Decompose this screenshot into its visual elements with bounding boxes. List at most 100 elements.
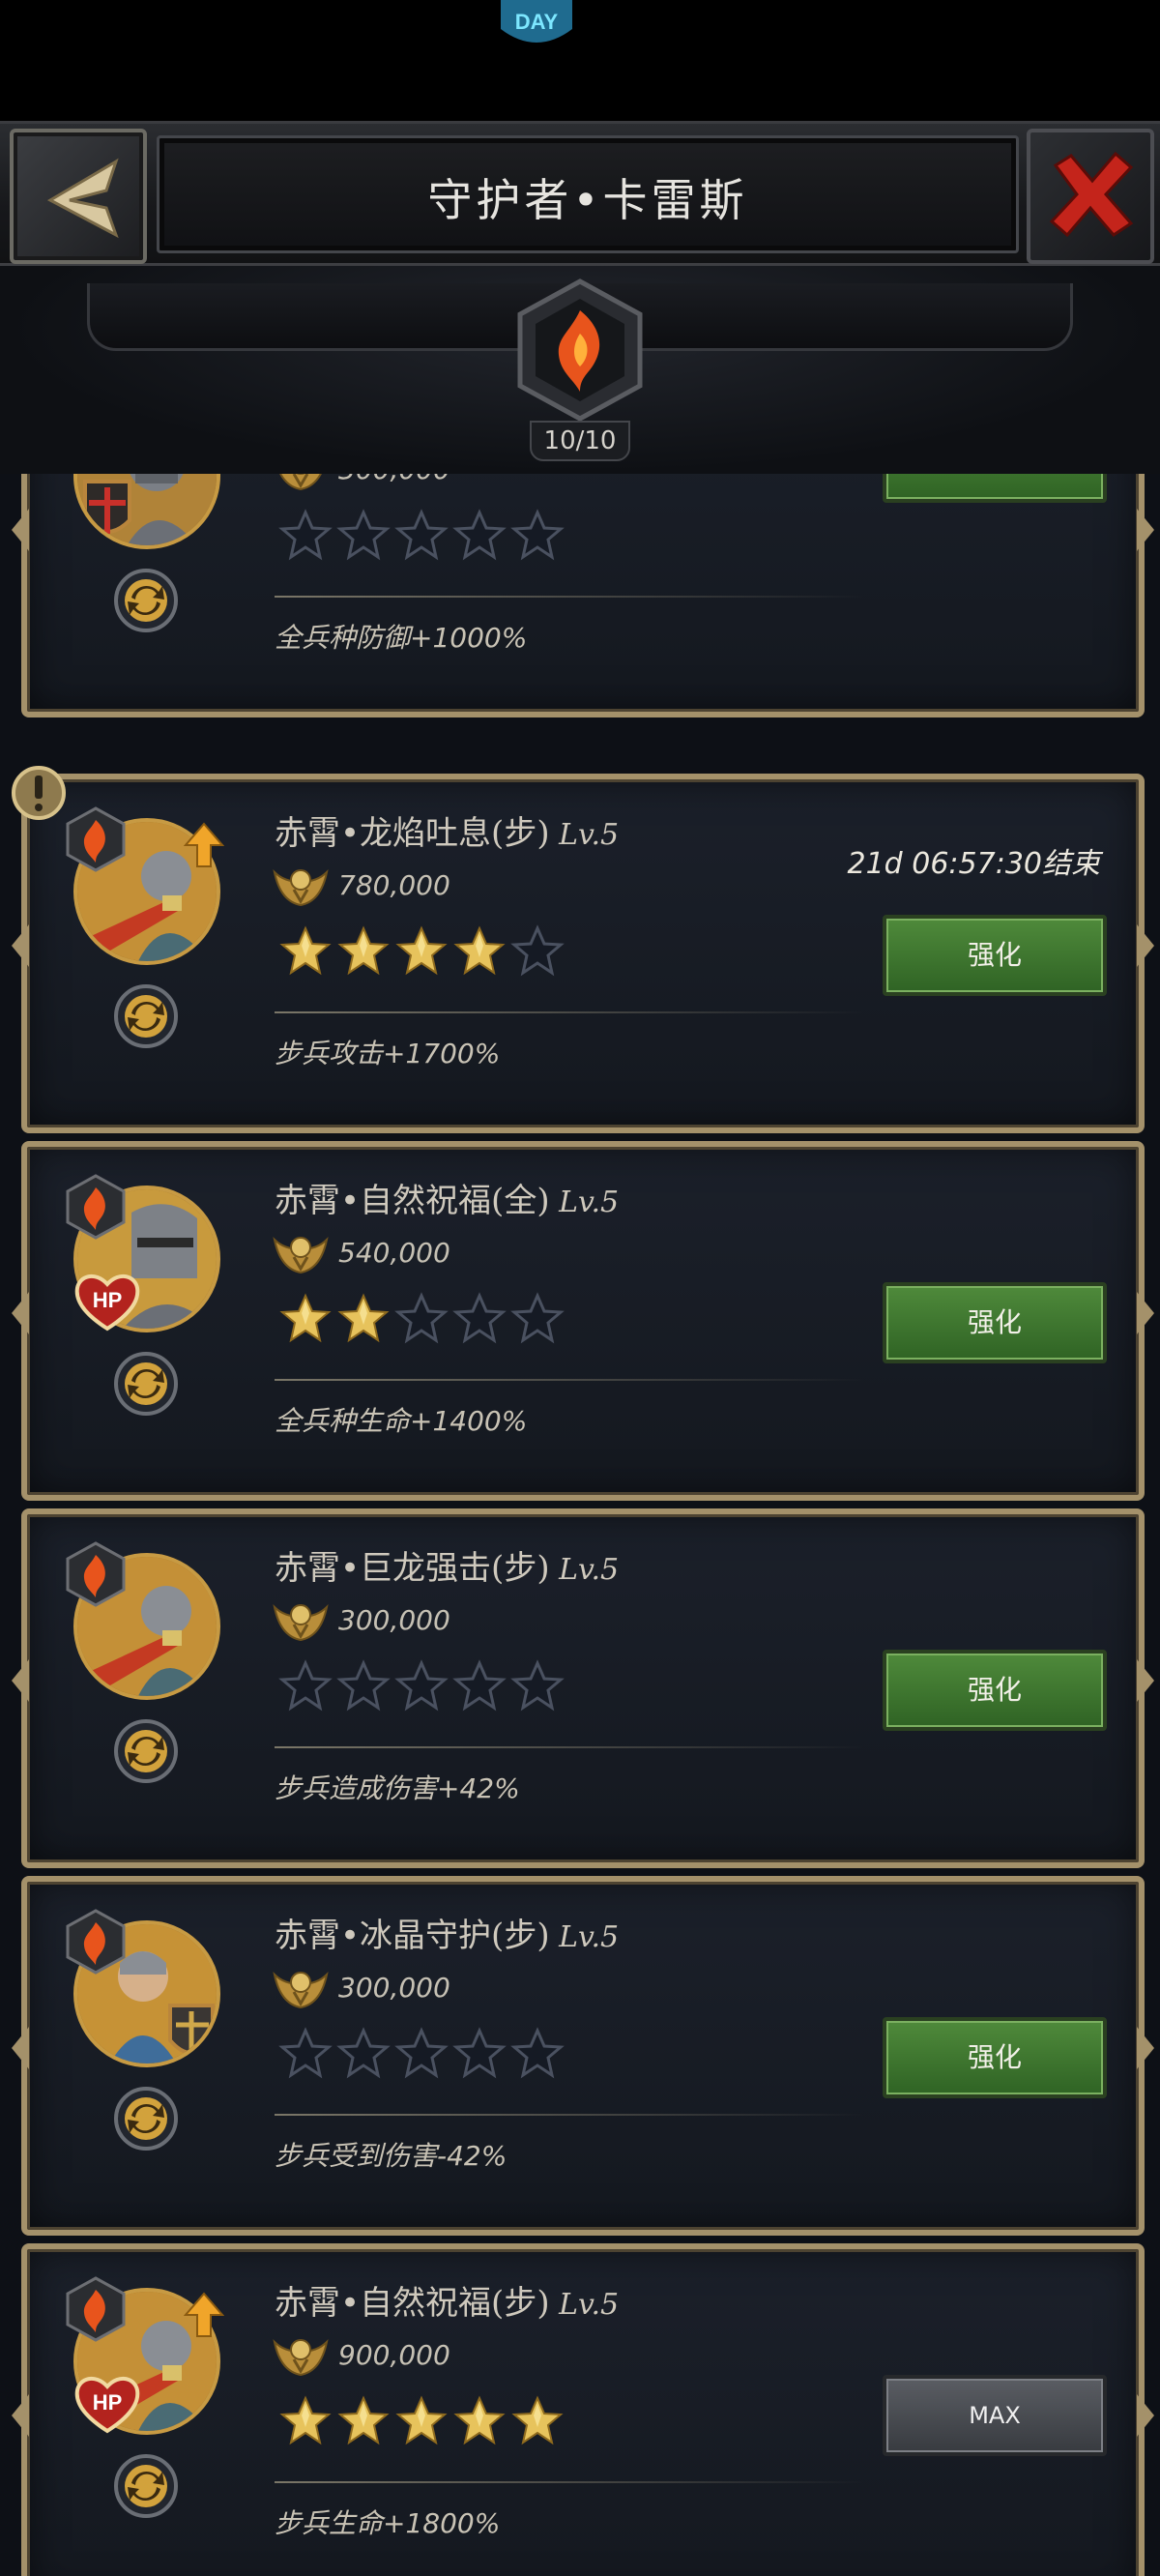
cost-row: 900,000 <box>271 2330 450 2379</box>
star-empty-icon <box>510 1292 565 1344</box>
star-empty-icon <box>510 1659 565 1712</box>
cost-value: 300,000 <box>338 1971 450 2004</box>
star-empty-icon <box>278 1659 333 1712</box>
star-rating <box>278 509 565 563</box>
star-rating <box>278 924 565 979</box>
bonus-text: 全兵种生命+1400% <box>275 1405 528 1437</box>
close-button[interactable] <box>1027 129 1154 264</box>
cost-row: 300,000 <box>271 474 450 493</box>
star-empty-icon <box>510 924 565 977</box>
card-divider <box>275 1746 864 1748</box>
star-filled-icon <box>453 2395 506 2445</box>
card-pin-right <box>1137 1659 1154 1702</box>
back-button[interactable] <box>10 129 147 264</box>
close-icon <box>1049 151 1134 238</box>
star-empty-icon <box>394 2027 449 2079</box>
skill-name: 赤霄•自然祝福(全) Lv.5 <box>275 1174 619 1221</box>
star-rating <box>278 1659 565 1713</box>
laurel-crest-icon <box>273 1236 329 1274</box>
skill-title: 赤霄•冰晶守护(步) <box>275 1917 550 1955</box>
enhance-button[interactable]: 强化 <box>883 915 1107 996</box>
card-divider <box>275 2114 864 2116</box>
card-pin-right <box>1137 509 1154 551</box>
star-filled-icon <box>337 1293 390 1343</box>
bonus-text: 步兵攻击+1700% <box>275 1038 501 1069</box>
star-rating <box>278 1292 565 1346</box>
skill-list[interactable]: 300,000全兵种防御+1000%强化赤霄•龙焰吐息(步) Lv.5 780,0… <box>0 474 1160 2576</box>
star-empty-icon <box>278 509 333 561</box>
rank-flame-icon <box>66 806 126 872</box>
svg-text:HP: HP <box>93 2390 123 2415</box>
skill-card: 赤霄•龙焰吐息(步) Lv.5 780,000 步兵攻击+1700% 21d 06:5… <box>12 774 1154 1133</box>
star-rating <box>278 2027 565 2081</box>
cost-row: 300,000 <box>271 1963 450 2011</box>
bonus-text: 步兵生命+1800% <box>275 2507 501 2539</box>
skill-card: HP 赤霄•自然祝福(全) Lv.5 540,000 全兵种生命+1400% 强化 <box>12 1141 1154 1501</box>
chevron-left-icon <box>46 158 119 239</box>
cost-value: 300,000 <box>338 474 450 485</box>
card-divider <box>275 2481 864 2483</box>
card-pin-right <box>1137 2027 1154 2069</box>
star-empty-icon <box>336 2027 391 2079</box>
card-pin-right <box>1137 1292 1154 1334</box>
status-bar: DAY <box>0 0 1160 121</box>
hp-heart-icon: HP <box>74 2376 140 2434</box>
cost-value: 540,000 <box>338 1236 450 1269</box>
cost-row: 300,000 <box>271 1595 450 1644</box>
skill-title: 赤霄•自然祝福(步) <box>275 2284 550 2323</box>
max-button: MAX <box>883 2375 1107 2456</box>
star-empty-icon <box>394 1292 449 1344</box>
skill-name: 赤霄•自然祝福(步) Lv.5 <box>275 2276 619 2324</box>
shield-knight-icon <box>77 474 217 545</box>
refresh-icon[interactable] <box>112 1350 180 1418</box>
refresh-icon[interactable] <box>112 2085 180 2152</box>
refresh-icon[interactable] <box>112 2452 180 2520</box>
card-pin-left <box>12 1292 29 1334</box>
svg-text:DAY: DAY <box>515 10 559 34</box>
skill-card: 300,000 全兵种防御+1000% 强化 <box>12 474 1154 717</box>
card-pin-right <box>1137 2394 1154 2437</box>
card-pin-right <box>1137 924 1154 967</box>
cost-row: 540,000 <box>271 1228 450 1276</box>
bonus-text: 步兵造成伤害+42% <box>275 1772 520 1804</box>
enhance-button[interactable]: 强化 <box>883 474 1107 503</box>
star-empty-icon <box>510 2027 565 2079</box>
star-empty-icon <box>278 2027 333 2079</box>
card-pin-left <box>12 2027 29 2069</box>
skill-title: 赤霄•龙焰吐息(步) <box>275 814 550 853</box>
card-divider <box>275 1011 864 1013</box>
cost-row: 780,000 <box>271 861 450 909</box>
card-divider <box>275 1379 864 1381</box>
emblem-count: 10/10 <box>530 421 630 461</box>
hp-heart-icon: HP <box>74 1273 140 1332</box>
laurel-crest-icon <box>273 868 329 907</box>
star-filled-icon <box>279 2395 332 2445</box>
enhance-button[interactable]: 强化 <box>883 1650 1107 1731</box>
enhance-button[interactable]: 强化 <box>883 2017 1107 2098</box>
app-logo-icon: DAY <box>501 0 572 43</box>
card-divider <box>275 596 864 598</box>
star-filled-icon <box>395 925 448 976</box>
rank-flame-icon <box>66 1174 126 1240</box>
skill-card: 赤霄•巨龙强击(步) Lv.5 300,000 步兵造成伤害+42% 强化 <box>12 1508 1154 1868</box>
refresh-icon[interactable] <box>112 1717 180 1785</box>
page-title: 守护者•卡雷斯 <box>427 174 748 226</box>
refresh-icon[interactable] <box>112 567 180 634</box>
rank-flame-icon <box>66 2276 126 2342</box>
star-filled-icon <box>337 2395 390 2445</box>
cost-value: 900,000 <box>338 2338 450 2371</box>
star-empty-icon <box>452 509 507 561</box>
skill-name: 赤霄•冰晶守护(步) Lv.5 <box>275 1909 619 1956</box>
page-header: 守护者•卡雷斯 <box>0 121 1160 266</box>
hero-portrait[interactable] <box>73 474 220 549</box>
skill-card: HP 赤霄•自然祝福(步) Lv.5 900,000 步兵生命+1800% MAX <box>12 2243 1154 2576</box>
star-rating <box>278 2394 565 2448</box>
skill-level: Lv.5 <box>549 1186 620 1219</box>
refresh-icon[interactable] <box>112 982 180 1050</box>
card-pin-left <box>12 924 29 967</box>
enhance-button[interactable]: 强化 <box>883 1282 1107 1363</box>
title-plate: 守护者•卡雷斯 <box>157 135 1019 253</box>
countdown-timer: 21d 06:57:30结束 <box>847 847 1101 881</box>
star-empty-icon <box>336 509 391 561</box>
svg-text:HP: HP <box>93 1288 123 1312</box>
